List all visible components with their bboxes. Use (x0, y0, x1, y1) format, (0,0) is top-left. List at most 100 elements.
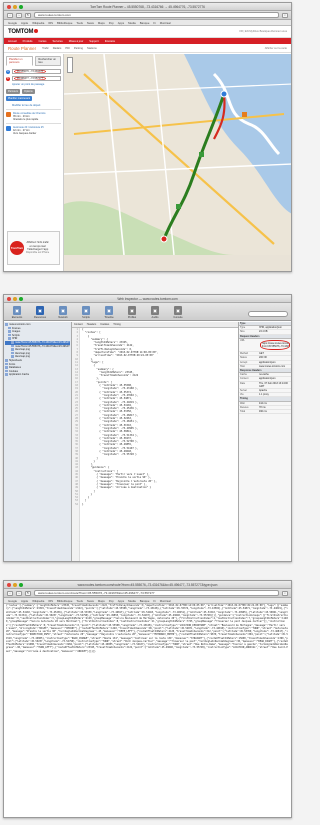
back-icon[interactable]: ‹ (7, 12, 13, 18)
bookmark-item[interactable]: Banque (140, 599, 150, 603)
bookmark-item[interactable]: News (87, 599, 94, 603)
layer-toggle[interactable]: PDI (65, 47, 69, 50)
layer-toggle[interactable]: Stations (87, 47, 97, 50)
bookmark-item[interactable]: Bibliothèque (57, 21, 72, 25)
bookmark-item[interactable]: Tools (76, 599, 83, 603)
bookmark-item[interactable]: Apps (118, 599, 124, 603)
bookmark-item[interactable]: Bibliothèque (57, 599, 72, 603)
tab-plan-route[interactable]: Planifier un parcours (6, 56, 34, 66)
bookmark-item[interactable]: News (87, 21, 94, 25)
nav-item[interactable]: Produits (23, 40, 33, 43)
layer-toggle[interactable]: Trafic (42, 47, 49, 50)
poi-icon[interactable] (199, 152, 204, 157)
back-icon[interactable]: ‹ (7, 590, 13, 596)
poi-icon[interactable] (176, 204, 181, 209)
plan-now-button[interactable]: Planifier maintenant (6, 96, 33, 101)
tree-item[interactable]: Application Cache (5, 373, 70, 377)
response-tab[interactable]: Timing (113, 323, 120, 326)
bookmark-item[interactable]: Wikipedia (32, 21, 44, 25)
bookmark-item[interactable]: Montréal (160, 21, 171, 25)
layer-toggle[interactable]: Parking (74, 47, 83, 50)
bookmark-item[interactable]: Montréal (160, 599, 171, 603)
tool-network[interactable]: ▣ Network (53, 306, 73, 319)
nav-item[interactable]: Mises à jour (69, 40, 84, 43)
bookmark-item[interactable]: Media (128, 599, 136, 603)
bookmark-item[interactable]: Pop (109, 599, 114, 603)
bookmark-item[interactable]: Fi (153, 21, 155, 25)
route-result[interactable]: Route conseillée de Chemins 35 min · 23 … (6, 109, 61, 123)
layer-toggle[interactable]: Radars (53, 47, 62, 50)
bookmark-item[interactable]: Maps (98, 21, 105, 25)
response-tab[interactable]: Cookies (100, 323, 109, 326)
bookmark-item[interactable]: Google (8, 599, 17, 603)
response-tab[interactable]: Headers (87, 323, 96, 326)
forward-icon[interactable]: › (16, 12, 22, 18)
bookmark-item[interactable]: Banque (140, 21, 150, 25)
tool-elements[interactable]: ▣ Elements (7, 306, 27, 319)
nav-item[interactable]: Itinéraire (105, 40, 115, 43)
tab-find-place[interactable]: Rechercher un lieu (35, 56, 61, 66)
detail-key: Method (240, 352, 248, 356)
window-titlebar[interactable]: www.routes.tomtom.com/route?from=45.5550… (4, 581, 291, 589)
bookmark-item[interactable]: Fi (153, 599, 155, 603)
bookmark-item[interactable]: Apple (21, 599, 28, 603)
search-icon[interactable]: ⌕ (282, 12, 288, 18)
detail-key: Content (240, 377, 249, 381)
bookmark-item[interactable]: IRS (48, 599, 53, 603)
console-icon: ▣ (174, 306, 182, 315)
nav-item[interactable]: Cartes (39, 40, 47, 43)
start-marker-icon[interactable] (220, 90, 228, 98)
tool-console[interactable]: ▣ Console (168, 306, 188, 319)
bookmark-item[interactable]: Maps (98, 599, 105, 603)
tomtom-logo[interactable]: TOMTOM (8, 29, 39, 35)
from-input[interactable]: 45.555076, -73.431676 (12, 69, 61, 74)
bookmark-item[interactable]: IRS (48, 21, 53, 25)
zoom-control[interactable] (67, 57, 73, 73)
traffic-ad[interactable]: TomTom Affichez l'info trafic en temps r… (7, 231, 60, 265)
route-button[interactable]: Parcours (6, 89, 21, 94)
header-links[interactable]: FR | EN MyDrive Boutique Abonnez-vous (239, 30, 287, 33)
response-tab[interactable]: Content (74, 323, 83, 326)
to-input[interactable]: 45.496477, -73.557277 (12, 76, 61, 81)
nav-item[interactable]: Services (52, 40, 62, 43)
route-map[interactable] (64, 54, 291, 271)
poi-icon[interactable] (242, 112, 247, 117)
bookmark-item[interactable]: Media (128, 21, 136, 25)
tool-audits[interactable]: ▣ Audits (145, 306, 165, 319)
elements-icon: ▣ (13, 306, 21, 315)
end-marker-icon[interactable] (160, 235, 168, 243)
forward-icon[interactable]: › (16, 590, 22, 596)
change-departure-link[interactable]: Modifier le lieu de départ (12, 104, 61, 107)
search-input[interactable] (248, 311, 288, 317)
address-bar[interactable]: www.routes.tomtom.com (34, 12, 279, 18)
json-source[interactable]: { "routes": [ { "summary": { "lengthInMe… (82, 328, 237, 561)
nav-item[interactable]: Support (89, 40, 98, 43)
detail-key: URL (240, 338, 245, 342)
tool-profiles[interactable]: ▣ Profiles (122, 306, 142, 319)
reload-icon[interactable]: ↻ (25, 12, 31, 18)
reload-icon[interactable]: ↻ (25, 590, 31, 596)
tool-resources[interactable]: ▣ Resources (30, 306, 50, 319)
bookmark-item[interactable]: Tools (76, 21, 83, 25)
bookmark-item[interactable]: Apple (21, 21, 28, 25)
tree-label: route?from=45.555076,-73.431676&to=45.49… (15, 344, 70, 348)
folder-icon (8, 326, 11, 330)
add-waypoint-link[interactable]: Ajouter un point de passage (12, 83, 61, 86)
window-titlebar[interactable]: Web Inspector — www.routes.tomtom.com (4, 295, 291, 303)
map-canvas[interactable] (64, 54, 291, 255)
options-button[interactable]: Options (22, 89, 35, 94)
route-result[interactable]: Autoroute 20 / Autoroute 25 42 min · 27 … (6, 123, 61, 137)
address-bar[interactable]: www.routes.tomtom.com/route?from=45.5550… (34, 590, 279, 596)
bookmark-item[interactable]: Apps (118, 21, 124, 25)
show-on-map-link[interactable]: Afficher sur la carte (265, 47, 287, 50)
route-result-text: Route conseillée de Chemins 35 min · 23 … (13, 112, 46, 121)
bookmark-item[interactable]: Pop (109, 21, 114, 25)
search-icon[interactable]: ⌕ (282, 590, 288, 596)
nav-item[interactable]: Accueil (8, 40, 17, 43)
bookmark-item[interactable]: Wikipedia (32, 599, 44, 603)
raw-json-text[interactable]: {"routes":[{"summary":{"lengthInMeters":… (6, 604, 289, 815)
window-titlebar[interactable]: TomTom Route Planner – 45.5550768, -73.4… (4, 3, 291, 11)
tool-scripts[interactable]: ▣ Scripts (76, 306, 96, 319)
tool-timeline[interactable]: ▣ Timeline (99, 306, 119, 319)
bookmark-item[interactable]: Google (8, 21, 17, 25)
